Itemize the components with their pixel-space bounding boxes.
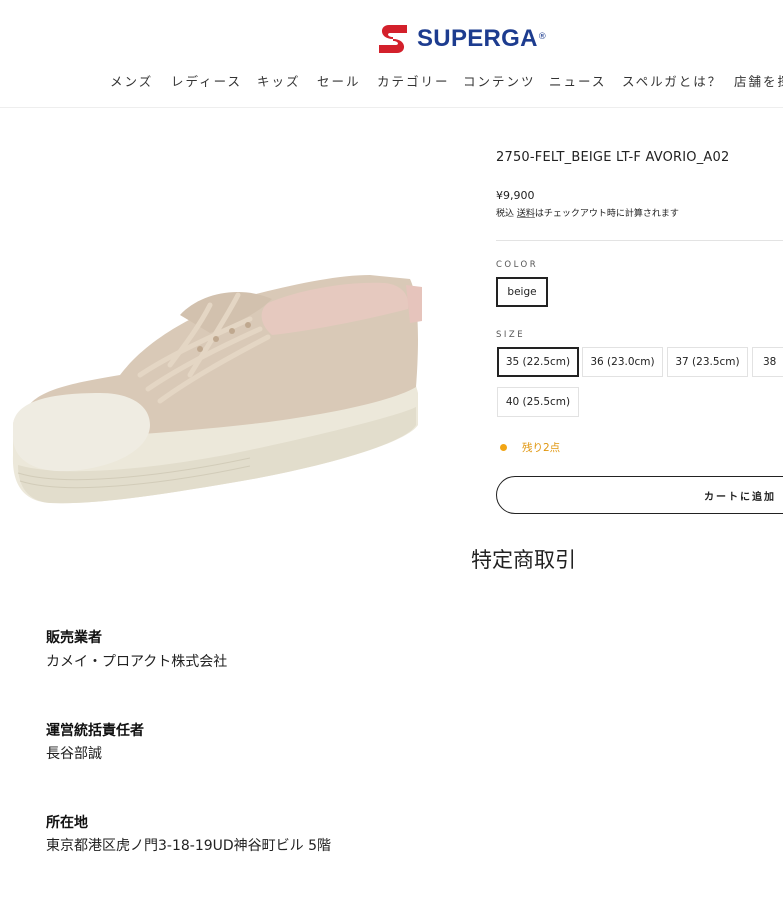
nav-item-ladies[interactable]: レディース (171, 71, 242, 90)
tax-note: 税込 送料はチェックアウト時に計算されます (496, 206, 679, 219)
add-to-cart-button[interactable]: カートに追加 (496, 476, 783, 514)
size-label: SIZE (496, 330, 526, 340)
brand-name: SUPERGA (417, 25, 538, 52)
nav-item-store-locator[interactable]: 店舗を探 (734, 71, 783, 90)
size-option-38[interactable]: 38 (752, 347, 783, 377)
stock-text: 残り2点 (522, 442, 561, 454)
color-label: COLOR (496, 260, 539, 270)
stock-dot-icon (500, 444, 507, 451)
size-option-35[interactable]: 35 (22.5cm) (497, 347, 579, 377)
product-image[interactable] (10, 275, 422, 507)
seller-label: 販売業者 (46, 630, 102, 646)
nav-item-news[interactable]: ニュース (549, 71, 606, 90)
superga-logo-icon (379, 25, 407, 53)
size-option-37[interactable]: 37 (23.5cm) (667, 347, 748, 377)
manager-value: 長谷部誠 (46, 746, 102, 762)
size-option-36[interactable]: 36 (23.0cm) (582, 347, 663, 377)
nav-item-mens[interactable]: メンズ (110, 71, 153, 90)
tax-note-suffix: はチェックアウト時に計算されます (534, 209, 679, 219)
product-title: 2750-FELT_BEIGE LT-F AVORIO_A02 (496, 150, 730, 165)
nav-item-sale[interactable]: セール (317, 71, 361, 90)
registered-mark: ® (537, 32, 547, 42)
stock-status: 残り2点 (500, 440, 560, 455)
seller-value: カメイ・プロアクト株式会社 (46, 654, 228, 670)
tax-note-prefix: 税込 (496, 209, 517, 219)
shipping-link[interactable]: 送料 (517, 209, 535, 219)
address-label: 所在地 (46, 815, 88, 831)
size-option-40[interactable]: 40 (25.5cm) (497, 387, 579, 417)
nav-item-about[interactable]: スペルガとは？ (622, 71, 722, 90)
address-value: 東京都港区虎ノ門3-18-19UD神谷町ビル 5階 (46, 838, 332, 854)
superga-logo[interactable]: SUPERGA ® (373, 22, 547, 56)
legal-heading: 特定商取引 (471, 548, 576, 572)
product-price: ¥9,900 (496, 189, 535, 202)
manager-label: 運営統括責任者 (46, 723, 144, 739)
nav-item-category[interactable]: カテゴリー (377, 71, 450, 90)
site-header: SUPERGA ® メンズ レディース キッズ セール カテゴリー コンテンツ … (0, 0, 783, 108)
color-option-beige[interactable]: beige (496, 277, 548, 307)
nav-item-kids[interactable]: キッズ (257, 71, 301, 90)
price-divider (496, 240, 783, 241)
nav-item-contents[interactable]: コンテンツ (463, 71, 536, 90)
